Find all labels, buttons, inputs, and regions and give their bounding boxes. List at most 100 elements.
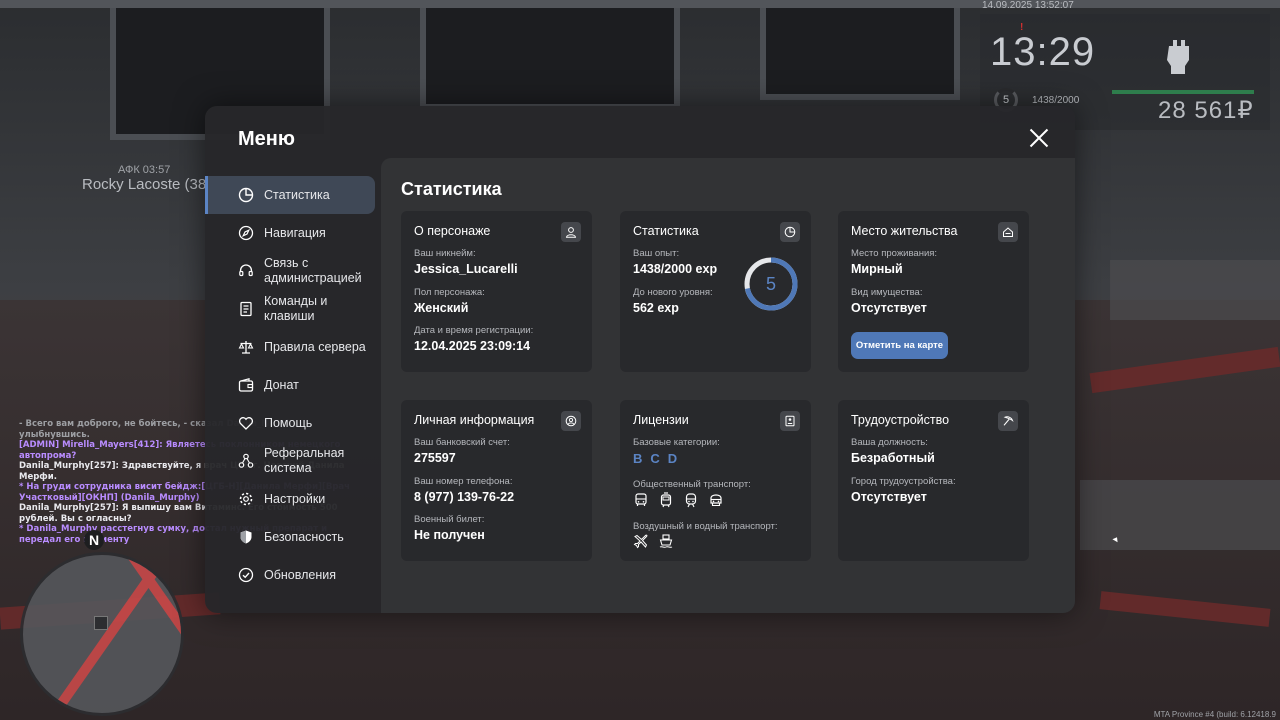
field-label: Ваш никнейм:: [414, 248, 476, 259]
heart-icon: [237, 414, 255, 432]
wallet-icon: [237, 376, 255, 394]
field-label: Воздушный и водный транспорт:: [633, 521, 778, 532]
ceiling-window: [760, 0, 960, 100]
card-title: Лицензии: [633, 413, 689, 427]
mark-on-map-button[interactable]: Отметить на карте: [851, 332, 948, 359]
military-id-value: Не получен: [414, 528, 485, 542]
exp-value: 1438/2000 exp: [633, 262, 718, 276]
hud-money: 28 561₽: [1158, 97, 1254, 124]
sidebar-item-label: Помощь: [264, 415, 313, 430]
home-icon: [998, 222, 1018, 242]
field-label: Ваша должность:: [851, 437, 928, 448]
fist-icon: [1164, 36, 1194, 74]
main-menu: Меню Статистика Навигация Связь с админи…: [205, 106, 1075, 613]
license-categories: B C D: [633, 451, 677, 466]
sidebar-item-label: Статистика: [264, 187, 330, 202]
hud-exp: 1438/2000: [1032, 95, 1080, 106]
nickname-value: Jessica_Lucarelli: [414, 262, 518, 276]
field-label: Место проживания:: [851, 248, 938, 259]
sidebar-item-label: Донат: [264, 377, 299, 392]
player-marker-icon: [94, 616, 108, 630]
sidebar-item-label: Правила сервера: [264, 339, 366, 354]
id-card-icon: [780, 411, 800, 431]
sidebar-item-commands[interactable]: Команды и клавиши: [205, 290, 377, 328]
card-employment: Трудоустройство Ваша должность: Безработ…: [838, 400, 1029, 561]
phone-value: 8 (977) 139-76-22: [414, 490, 515, 504]
minimap: [20, 552, 184, 716]
field-label: Вид имущества:: [851, 287, 923, 298]
card-personal-info: Личная информация Ваш банковский счет: 2…: [401, 400, 592, 561]
sidebar-item-label: Навигация: [264, 225, 326, 240]
card-statistics: Статистика Ваш опыт: 1438/2000 exp До но…: [620, 211, 811, 372]
floor-tile: [1080, 480, 1280, 550]
floor-tile: [1110, 260, 1280, 320]
field-label: Общественный транспорт:: [633, 479, 751, 490]
public-transport-icons: [633, 492, 724, 508]
registration-date-value: 12.04.2025 23:09:14: [414, 339, 531, 353]
level-value: 5: [765, 274, 776, 294]
field-label: Пол персонажа:: [414, 287, 485, 298]
pie-chart-icon: [237, 186, 255, 204]
residence-value: Мирный: [851, 262, 903, 276]
card-title: Статистика: [633, 224, 699, 238]
boat-icon: [658, 533, 674, 549]
hud-clock: 13:29: [990, 30, 1096, 74]
shield-icon: [237, 528, 255, 546]
hud-datetime: 14.09.2025 13:52:07: [982, 0, 1074, 11]
sidebar-item-label: Безопасность: [264, 529, 344, 544]
compass-icon: [237, 224, 255, 242]
field-label: Ваш банковский счет:: [414, 437, 510, 448]
build-info: MTA Province #4 (build: 6.12418.9: [1153, 710, 1276, 719]
menu-sidebar: Статистика Навигация Связь с администрац…: [205, 176, 377, 594]
card-licenses: Лицензии Базовые категории: B C D Общест…: [620, 400, 811, 561]
sidebar-item-referral[interactable]: Реферальная система: [205, 442, 377, 480]
card-title: Место жительства: [851, 224, 958, 238]
card-title: О персонаже: [414, 224, 491, 238]
sidebar-item-navigation[interactable]: Навигация: [205, 214, 377, 252]
network-icon: [237, 452, 255, 470]
sidebar-item-updates[interactable]: Обновления: [205, 556, 377, 594]
minimap-road: [45, 555, 181, 713]
headset-icon: [237, 262, 255, 280]
sidebar-item-admin-contact[interactable]: Связь с администрацией: [205, 252, 377, 290]
close-icon[interactable]: [1029, 128, 1049, 148]
bus-icon: [633, 492, 649, 508]
sidebar-item-help[interactable]: Помощь: [205, 404, 377, 442]
check-circle-icon: [237, 566, 255, 584]
field-label: Ваш номер телефона:: [414, 476, 513, 487]
user-circle-icon: [561, 411, 581, 431]
field-label: Город трудоустройства:: [851, 476, 956, 487]
sidebar-item-settings[interactable]: Настройки: [205, 480, 377, 518]
sidebar-item-security[interactable]: Безопасность: [205, 518, 377, 556]
license-category: D: [667, 451, 678, 466]
card-persona: О персонаже Ваш никнейм: Jessica_Lucarel…: [401, 211, 592, 372]
sidebar-item-label: Настройки: [264, 491, 326, 506]
pickaxe-icon: [998, 411, 1018, 431]
air-water-transport-icons: [633, 533, 674, 549]
field-label: Ваш опыт:: [633, 248, 680, 259]
ceiling-window: [420, 0, 680, 110]
exp-to-next-value: 562 exp: [633, 301, 679, 315]
hud-health-bar: [1112, 90, 1254, 94]
sidebar-item-label: Обновления: [264, 567, 336, 582]
gear-icon: [237, 490, 255, 508]
work-city-value: Отсутствует: [851, 490, 927, 504]
card-title: Трудоустройство: [851, 413, 950, 427]
sidebar-item-donate[interactable]: Донат: [205, 366, 377, 404]
sidebar-item-label: Связь с администрацией: [264, 256, 362, 285]
sidebar-item-rules[interactable]: Правила сервера: [205, 328, 377, 366]
north-indicator: N: [84, 530, 104, 550]
bank-account-value: 275597: [414, 451, 456, 465]
sidebar-item-label: Команды и клавиши: [264, 294, 328, 323]
sidebar-item-statistics[interactable]: Статистика: [205, 176, 375, 214]
airplane-icon: [633, 533, 649, 549]
card-title: Личная информация: [414, 413, 535, 427]
scales-icon: [237, 338, 255, 356]
tram-icon: [658, 492, 674, 508]
sidebar-item-label: Реферальная система: [264, 446, 345, 475]
property-value: Отсутствует: [851, 301, 927, 315]
player-nametag: Rocky Lacoste (38: [82, 176, 207, 193]
statistics-panel: Статистика О персонаже Ваш никнейм: Jess…: [381, 158, 1075, 613]
field-label: Военный билет:: [414, 514, 485, 525]
gender-value: Женский: [414, 301, 469, 315]
